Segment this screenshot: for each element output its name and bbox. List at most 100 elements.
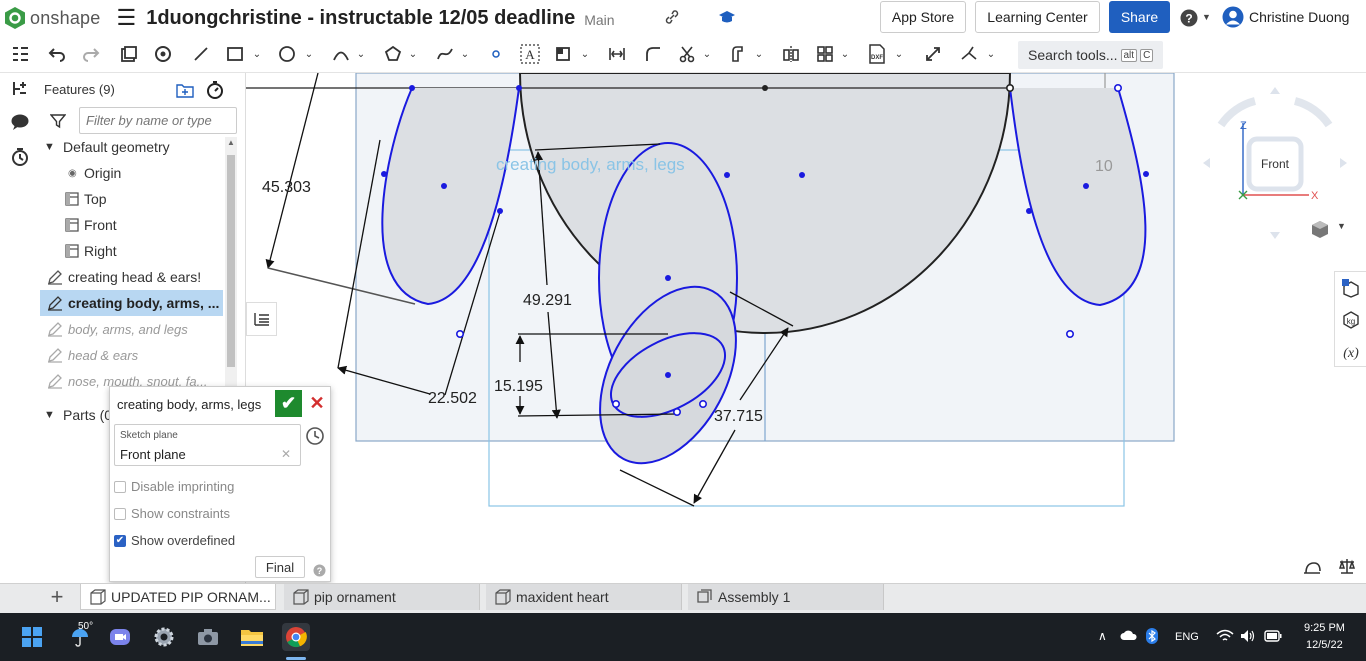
rectangle-tool-icon[interactable]	[224, 42, 246, 66]
share-button[interactable]: Share	[1109, 1, 1170, 33]
mass-properties-icon[interactable]: kg	[1341, 310, 1361, 330]
view-arrow-down-icon[interactable]	[1270, 232, 1280, 239]
sketch-row-2-selected[interactable]: creating body, arms, ...	[40, 290, 223, 316]
scroll-up-icon[interactable]: ▲	[227, 138, 235, 147]
comments-icon[interactable]	[10, 112, 30, 132]
sketch-drawing[interactable]: creating body, arms, legs 10 45.303 49.2…	[246, 73, 1366, 583]
sketch-list-toggle[interactable]	[246, 302, 277, 336]
circle-chevron-icon[interactable]: ⌄	[302, 42, 316, 66]
trim-tool-icon[interactable]	[676, 42, 698, 66]
variables-icon[interactable]: (x)	[1341, 342, 1361, 362]
accept-button[interactable]: ✔	[275, 390, 302, 417]
intersection-chevron-icon[interactable]: ⌄	[984, 42, 998, 66]
plane-row-front[interactable]: Front	[64, 212, 117, 238]
point-tool-icon[interactable]	[486, 42, 506, 66]
parts-row[interactable]: ▼ Parts (0	[44, 402, 112, 428]
feature-tree-icon[interactable]	[8, 42, 32, 66]
fillet-tool-icon[interactable]	[642, 42, 664, 66]
tab-maxident-heart[interactable]: maxident heart	[486, 584, 682, 610]
sketch-time-icon[interactable]	[305, 426, 325, 446]
trim-chevron-icon[interactable]: ⌄	[700, 42, 714, 66]
menu-icon[interactable]: ☰	[116, 5, 136, 31]
onshape-logo[interactable]: onshape	[4, 6, 100, 30]
rollback-timer-icon[interactable]	[206, 81, 224, 99]
open-point-dark[interactable]	[1005, 84, 1014, 93]
graphics-canvas[interactable]: creating body, arms, legs 10 45.303 49.2…	[246, 73, 1366, 583]
view-mode-chevron-icon[interactable]: ▼	[1337, 221, 1346, 231]
help-icon[interactable]: ?	[1180, 9, 1198, 27]
origin-row[interactable]: ◉ Origin	[68, 160, 121, 186]
sketch-row-1[interactable]: creating head & ears!	[44, 264, 224, 290]
appearance-panel-icon[interactable]	[1341, 278, 1361, 298]
polygon-tool-icon[interactable]	[382, 42, 404, 66]
mirror-tool-icon[interactable]	[780, 42, 802, 66]
offset-tool-icon[interactable]	[728, 42, 750, 66]
circle-tool-icon[interactable]	[276, 42, 298, 66]
help-chevron-icon[interactable]: ▼	[1202, 12, 1211, 22]
app-store-button[interactable]: App Store	[880, 1, 966, 33]
feature-filter-input[interactable]	[79, 107, 237, 134]
intersection-tool-icon[interactable]	[958, 42, 980, 66]
onedrive-cloud-icon[interactable]	[1120, 629, 1138, 641]
user-menu[interactable]: Christine Duong	[1222, 6, 1349, 28]
weather-widget[interactable]: 50°	[62, 621, 98, 651]
clear-plane-icon[interactable]: ✕	[281, 447, 291, 461]
insert-mate-icon[interactable]	[10, 79, 30, 99]
paste-sketch-icon[interactable]	[152, 42, 174, 66]
dimension-tool-icon[interactable]	[606, 42, 628, 66]
view-arrow-up-icon[interactable]	[1270, 87, 1280, 94]
tray-chevron-icon[interactable]: ∧	[1098, 629, 1107, 643]
history-icon[interactable]	[10, 147, 30, 167]
show-constraints-option[interactable]: Show constraints	[114, 506, 230, 521]
dimension-10[interactable]: 10	[1095, 158, 1113, 175]
volume-icon[interactable]	[1240, 629, 1256, 643]
construction-tool-icon[interactable]	[552, 42, 574, 66]
dimension-45[interactable]: 45.303	[262, 179, 311, 196]
spline-chevron-icon[interactable]: ⌄	[458, 42, 472, 66]
final-button[interactable]: Final	[255, 556, 305, 578]
disable-imprinting-checkbox[interactable]	[114, 480, 126, 493]
language-indicator[interactable]: ENG	[1175, 631, 1199, 643]
arc-chevron-icon[interactable]: ⌄	[354, 42, 368, 66]
plane-row-top[interactable]: Top	[64, 186, 107, 212]
dialog-help-icon[interactable]: ?	[313, 564, 326, 577]
offset-chevron-icon[interactable]: ⌄	[752, 42, 766, 66]
pattern-chevron-icon[interactable]: ⌄	[838, 42, 852, 66]
center-point[interactable]	[762, 85, 768, 91]
sketch-plane-field[interactable]: Sketch plane Front plane ✕	[114, 424, 301, 466]
collapse-chevron-icon[interactable]: ▼	[44, 141, 60, 153]
clock-date[interactable]: 12/5/22	[1306, 639, 1343, 651]
tab-updated-pip-ornament[interactable]: UPDATED PIP ORNAM...	[80, 584, 276, 610]
show-overdefined-option[interactable]: ✔ Show overdefined	[114, 533, 235, 548]
text-tool-icon[interactable]: A	[518, 42, 542, 66]
filter-icon[interactable]	[50, 113, 66, 129]
clock-time[interactable]: 9:25 PM	[1304, 622, 1345, 634]
add-tab-icon[interactable]: +	[46, 584, 68, 609]
copy-sketch-icon[interactable]	[118, 42, 140, 66]
plane-row-right[interactable]: Right	[64, 238, 117, 264]
battery-icon[interactable]	[1264, 630, 1282, 642]
dimension-15[interactable]: 15.195	[494, 378, 543, 395]
learning-center-button[interactable]: Learning Center	[975, 1, 1100, 33]
file-explorer-icon[interactable]	[238, 623, 266, 651]
redo-icon[interactable]	[80, 42, 102, 66]
teams-chat-icon[interactable]	[106, 623, 134, 651]
undo-icon[interactable]	[46, 42, 68, 66]
measure-icon[interactable]	[1302, 559, 1322, 575]
dimension-37[interactable]: 37.715	[714, 408, 763, 425]
settings-gear-icon[interactable]	[150, 623, 178, 651]
pattern-tool-icon[interactable]	[814, 42, 836, 66]
scrollbar-thumb[interactable]	[227, 155, 235, 367]
parts-chevron-icon[interactable]: ▼	[44, 409, 60, 421]
construction-chevron-icon[interactable]: ⌄	[578, 42, 592, 66]
sketch-row-3[interactable]: body, arms, and legs	[44, 316, 224, 342]
camera-app-icon[interactable]	[194, 623, 222, 651]
spline-tool-icon[interactable]	[434, 42, 456, 66]
scales-icon[interactable]	[1338, 557, 1356, 575]
arc-tool-icon[interactable]	[330, 42, 352, 66]
windows-start-icon[interactable]	[18, 623, 46, 651]
branch-name[interactable]: Main	[584, 12, 614, 28]
bluetooth-icon[interactable]	[1146, 628, 1158, 644]
default-geometry-row[interactable]: ▼ Default geometry	[44, 134, 170, 160]
dxf-chevron-icon[interactable]: ⌄	[892, 42, 906, 66]
